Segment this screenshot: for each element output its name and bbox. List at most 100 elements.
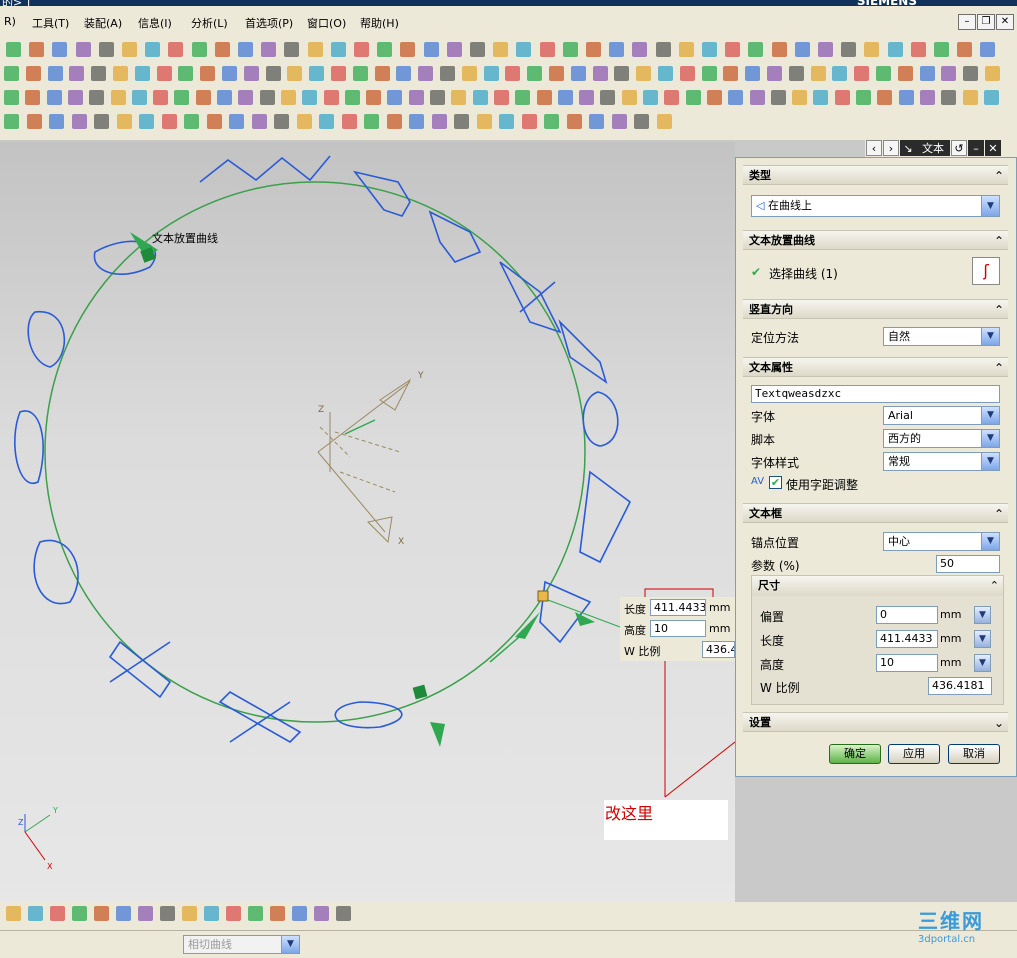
toolbar-tool-icon[interactable] [792,90,808,105]
toolbar-tool-icon[interactable] [243,66,259,81]
chevron-up-icon[interactable]: ⌃ [994,504,1004,524]
toolbar-tool-icon[interactable] [854,66,870,81]
kerning-checkbox[interactable]: ✔ [769,476,782,489]
minimize-icon[interactable]: – [958,14,976,30]
toolbar-tool-icon[interactable] [877,90,893,105]
chevron-down-icon[interactable]: ▼ [981,453,999,470]
toolbar-tool-icon[interactable] [609,42,625,57]
toolbar-tool-icon[interactable] [309,66,325,81]
toolbar-tool-icon[interactable] [408,90,424,105]
toolbar-tool-icon[interactable] [557,90,573,105]
toolbar-tool-icon[interactable] [168,42,184,57]
toolbar-tool-icon[interactable] [678,42,694,57]
toolbar-tool-icon[interactable] [28,906,43,921]
param-input[interactable]: 50 [936,555,1000,573]
toolbar-tool-icon[interactable] [454,114,469,129]
toolbar-tool-icon[interactable] [47,66,63,81]
toolbar-tool-icon[interactable] [280,90,296,105]
curve-section-header[interactable]: 文本放置曲线 ⌃ [743,230,1008,250]
toolbar-tool-icon[interactable] [6,906,21,921]
offset-spin-icon[interactable]: ▼ [974,606,991,624]
toolbar-tool-icon[interactable] [69,66,85,81]
toolbar-tool-icon[interactable] [319,114,334,129]
toolbar-tool-icon[interactable] [957,42,973,57]
prev-icon[interactable]: ‹ [866,140,882,156]
toolbar-tool-icon[interactable] [549,66,564,81]
toolbar-tool-icon[interactable] [962,90,978,105]
toolbar-tool-icon[interactable] [341,114,357,129]
toolbar-tool-icon[interactable] [963,66,979,81]
toolbar-tool-icon[interactable] [206,114,222,129]
toolbar-tool-icon[interactable] [655,42,671,57]
floating-wscale-input[interactable]: 436.4 [702,641,735,658]
toolbar-tool-icon[interactable] [832,66,848,81]
toolbar-tool-icon[interactable] [25,90,41,105]
toolbar-tool-icon[interactable] [113,66,128,81]
toolbar-tool-icon[interactable] [794,42,810,57]
toolbar-tool-icon[interactable] [116,114,132,129]
toolbar-tool-icon[interactable] [813,90,829,105]
size-subgroup-header[interactable]: 尺寸 ⌃ [752,576,1003,596]
toolbar-tool-icon[interactable] [841,42,857,57]
toolbar-tool-icon[interactable] [4,114,19,129]
toolbar-tool-icon[interactable] [98,42,114,57]
toolbar-tool-icon[interactable] [26,114,42,129]
apply-button[interactable]: 应用 [888,744,940,764]
toolbar-tool-icon[interactable] [521,114,537,129]
toolbar-tool-icon[interactable] [493,90,509,105]
toolbar-tool-icon[interactable] [864,42,880,57]
toolbar-tool-icon[interactable] [941,90,957,105]
toolbar-tool-icon[interactable] [614,66,630,81]
toolbar-tool-icon[interactable] [515,90,531,105]
toolbar-tool-icon[interactable] [153,90,169,105]
toolbar-tool-icon[interactable] [516,42,532,57]
toolbar-tool-icon[interactable] [302,90,318,105]
anchor-handle[interactable] [489,590,621,663]
toolbar-tool-icon[interactable] [664,90,680,105]
toolbar-tool-icon[interactable] [184,114,199,129]
toolbar-tool-icon[interactable] [440,66,455,81]
toolbar-tool-icon[interactable] [980,42,996,57]
toolbar-tool-icon[interactable] [400,42,416,57]
toolbar-tool-icon[interactable] [374,66,390,81]
toolbar-tool-icon[interactable] [767,66,782,81]
chevron-down-icon[interactable]: ▼ [981,430,999,447]
toolbar-tool-icon[interactable] [499,114,514,129]
toolbar-tool-icon[interactable] [702,42,717,57]
ok-button[interactable]: 确定 [829,744,881,764]
toolbar-tool-icon[interactable] [354,42,369,57]
toolbar-tool-icon[interactable] [287,66,303,81]
text-input[interactable]: Textqweasdzxc [751,385,1000,403]
toolbar-tool-icon[interactable] [632,42,648,57]
toolbar-tool-icon[interactable] [139,114,154,129]
filter-select[interactable]: 相切曲线 ▼ [183,935,300,954]
chevron-down-icon[interactable]: ▼ [981,328,999,345]
wscale-input[interactable]: 436.4181 [928,677,992,695]
toolbar-tool-icon[interactable] [897,66,913,81]
toolbar-tool-icon[interactable] [589,114,604,129]
chevron-down-icon[interactable]: ▼ [981,533,999,550]
toolbar-tool-icon[interactable] [91,66,107,81]
chevron-up-icon[interactable]: ⌃ [990,576,999,596]
toolbar-tool-icon[interactable] [182,906,197,921]
toolbar-tool-icon[interactable] [217,90,232,105]
toolbar-tool-icon[interactable] [204,906,219,921]
menu-item-info[interactable]: 信息(I) [138,15,172,31]
reset-icon[interactable]: ↺ [951,140,967,156]
toolbar-tool-icon[interactable] [643,90,658,105]
menu-item-window[interactable]: 窗口(O) [307,15,346,31]
toolbar-tool-icon[interactable] [461,66,477,81]
placement-curve[interactable] [44,181,586,723]
toolbar-tool-icon[interactable] [178,66,194,81]
toolbar-tool-icon[interactable] [284,42,300,57]
toolbar-tool-icon[interactable] [527,66,543,81]
toolbar-tool-icon[interactable] [238,90,254,105]
height-input[interactable]: 10 [876,654,938,672]
height-spin-icon[interactable]: ▼ [974,654,991,672]
toolbar-tool-icon[interactable] [611,114,627,129]
chevron-up-icon[interactable]: ⌃ [994,300,1004,320]
toolbar-tool-icon[interactable] [251,114,267,129]
toolbar-tool-icon[interactable] [50,906,65,921]
select-curve-label[interactable]: 选择曲线 (1) [769,265,838,282]
toolbar-tool-icon[interactable] [431,114,447,129]
